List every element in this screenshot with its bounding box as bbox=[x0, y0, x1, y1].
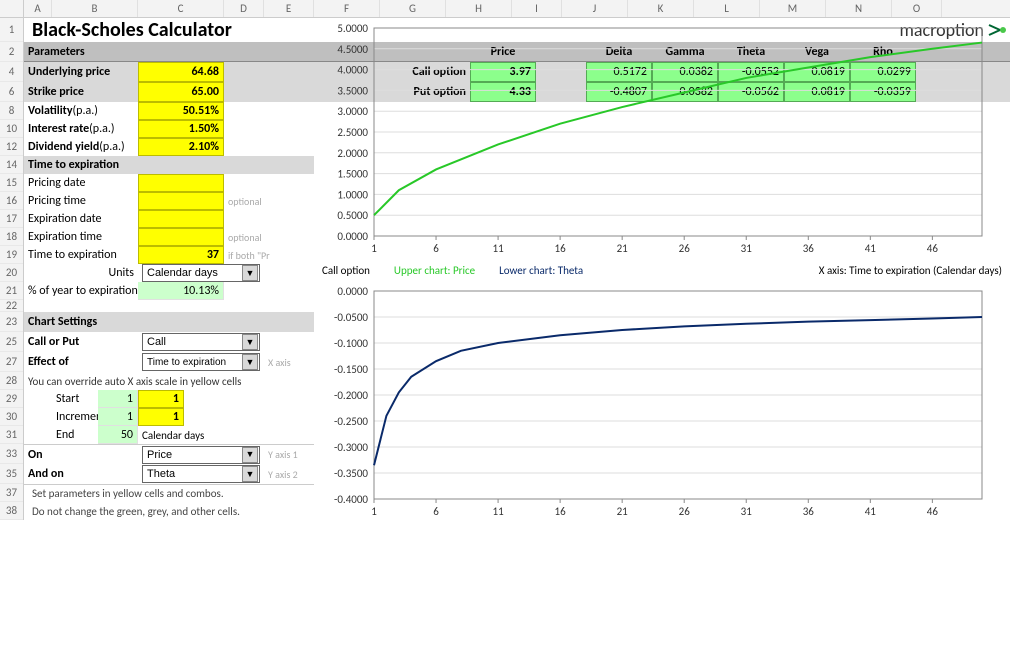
svg-text:4.0000: 4.0000 bbox=[337, 64, 368, 77]
label-callput: Call or Put bbox=[24, 332, 138, 352]
column-headers: A B C D E F G H I J K L M N O bbox=[0, 0, 1010, 18]
svg-text:-0.4000: -0.4000 bbox=[334, 493, 368, 506]
svg-text:46: 46 bbox=[927, 505, 939, 518]
svg-text:36: 36 bbox=[803, 242, 815, 255]
input-dividend[interactable]: 2.10% bbox=[138, 138, 224, 156]
svg-text:11: 11 bbox=[493, 505, 505, 518]
label-pricing-date: Pricing date bbox=[24, 174, 138, 192]
auto-start: 1 bbox=[98, 390, 138, 408]
svg-text:0.5000: 0.5000 bbox=[337, 209, 368, 222]
svg-text:41: 41 bbox=[865, 505, 877, 518]
label-exp-date: Expiration date bbox=[24, 210, 138, 228]
select-on[interactable]: Price bbox=[142, 446, 260, 464]
svg-text:1.5000: 1.5000 bbox=[337, 168, 368, 181]
input-exp-time[interactable] bbox=[138, 228, 224, 246]
svg-text:1: 1 bbox=[371, 242, 377, 255]
svg-text:-0.2500: -0.2500 bbox=[334, 415, 368, 428]
svg-text:-0.3500: -0.3500 bbox=[334, 467, 368, 480]
svg-text:3.5000: 3.5000 bbox=[337, 84, 368, 97]
svg-text:1.0000: 1.0000 bbox=[337, 188, 368, 201]
override-note: You can override auto X axis scale in ye… bbox=[24, 372, 314, 390]
select-units[interactable]: Calendar days bbox=[142, 264, 260, 282]
end-units: Calendar days bbox=[138, 426, 228, 444]
section-time-to-exp: Time to expiration bbox=[24, 156, 314, 174]
label-underlying: Underlying price bbox=[24, 62, 138, 82]
input-volatility[interactable]: 50.51% bbox=[138, 102, 224, 120]
svg-text:21: 21 bbox=[617, 505, 629, 518]
select-effect[interactable]: Time to expiration bbox=[142, 353, 260, 371]
input-rate[interactable]: 1.50% bbox=[138, 120, 224, 138]
label-exp-time: Expiration time bbox=[24, 228, 138, 246]
input-increment[interactable]: 1 bbox=[138, 408, 184, 426]
page-title: Black-Scholes Calculator bbox=[28, 18, 232, 42]
input-start[interactable]: 1 bbox=[138, 390, 184, 408]
auto-increment: 1 bbox=[98, 408, 138, 426]
label-effect: Effect of bbox=[24, 352, 138, 372]
svg-text:1: 1 bbox=[371, 505, 377, 518]
svg-text:21: 21 bbox=[617, 242, 629, 255]
label-andon: And on bbox=[24, 464, 138, 484]
svg-text:6: 6 bbox=[433, 242, 439, 255]
row-numbers: 1 2 4 6 8 10 12 14 15 16 17 18 19 20 21 … bbox=[0, 18, 24, 520]
svg-text:46: 46 bbox=[927, 242, 939, 255]
input-strike[interactable]: 65.00 bbox=[138, 82, 224, 102]
footer-line1: Set parameters in yellow cells and combo… bbox=[24, 485, 314, 502]
svg-text:31: 31 bbox=[741, 242, 753, 255]
svg-text:26: 26 bbox=[679, 505, 691, 518]
svg-text:26: 26 bbox=[679, 242, 691, 255]
svg-text:6: 6 bbox=[433, 505, 439, 518]
svg-text:-0.1500: -0.1500 bbox=[334, 363, 368, 376]
label-dividend: Dividend yield bbox=[28, 140, 99, 154]
footer-line2: Do not change the green, grey, and other… bbox=[24, 502, 314, 520]
select-callput[interactable]: Call bbox=[142, 333, 260, 351]
theta-chart: -0.4000 -0.3500 -0.3000 -0.2500 -0.2000 -0.15… bbox=[314, 281, 994, 523]
label-tte: Time to expiration bbox=[24, 246, 138, 264]
input-tte[interactable]: 37 bbox=[138, 246, 224, 264]
svg-text:11: 11 bbox=[493, 242, 505, 255]
select-andon[interactable]: Theta bbox=[142, 465, 260, 483]
svg-text:-0.1000: -0.1000 bbox=[334, 337, 368, 350]
svg-text:16: 16 bbox=[555, 242, 567, 255]
svg-text:2.5000: 2.5000 bbox=[337, 126, 368, 139]
svg-text:5.0000: 5.0000 bbox=[337, 22, 368, 35]
input-pricing-date[interactable] bbox=[138, 174, 224, 192]
label-on: On bbox=[24, 445, 138, 464]
section-chart-settings: Chart Settings bbox=[24, 312, 314, 332]
svg-text:0.0000: 0.0000 bbox=[337, 285, 368, 298]
svg-text:-0.3000: -0.3000 bbox=[334, 441, 368, 454]
svg-text:41: 41 bbox=[865, 242, 877, 255]
svg-text:-0.0500: -0.0500 bbox=[334, 311, 368, 324]
chart-caption: Call option Upper chart: Price Lower cha… bbox=[314, 260, 1010, 281]
input-exp-date[interactable] bbox=[138, 210, 224, 228]
svg-text:4.5000: 4.5000 bbox=[337, 43, 368, 56]
svg-text:36: 36 bbox=[803, 505, 815, 518]
label-rate: Interest rate bbox=[28, 122, 89, 136]
label-units: Units bbox=[24, 264, 138, 282]
parameters-header: Parameters bbox=[24, 42, 288, 61]
svg-text:0.0000: 0.0000 bbox=[337, 230, 368, 243]
svg-text:16: 16 bbox=[555, 505, 567, 518]
auto-end: 50 bbox=[98, 426, 138, 444]
svg-text:3.0000: 3.0000 bbox=[337, 105, 368, 118]
label-pricing-time: Pricing time bbox=[24, 192, 138, 210]
svg-text:2.0000: 2.0000 bbox=[337, 147, 368, 160]
label-volatility: Volatility bbox=[28, 104, 73, 118]
input-pricing-time[interactable] bbox=[138, 192, 224, 210]
input-underlying[interactable]: 64.68 bbox=[138, 62, 224, 82]
price-chart: 0.0000 0.5000 1.0000 1.5000 2.0000 2.5000 3.00… bbox=[314, 18, 994, 260]
label-strike: Strike price bbox=[24, 82, 138, 102]
value-pct-year: 10.13% bbox=[138, 282, 224, 300]
svg-text:-0.2000: -0.2000 bbox=[334, 389, 368, 402]
svg-text:31: 31 bbox=[741, 505, 753, 518]
